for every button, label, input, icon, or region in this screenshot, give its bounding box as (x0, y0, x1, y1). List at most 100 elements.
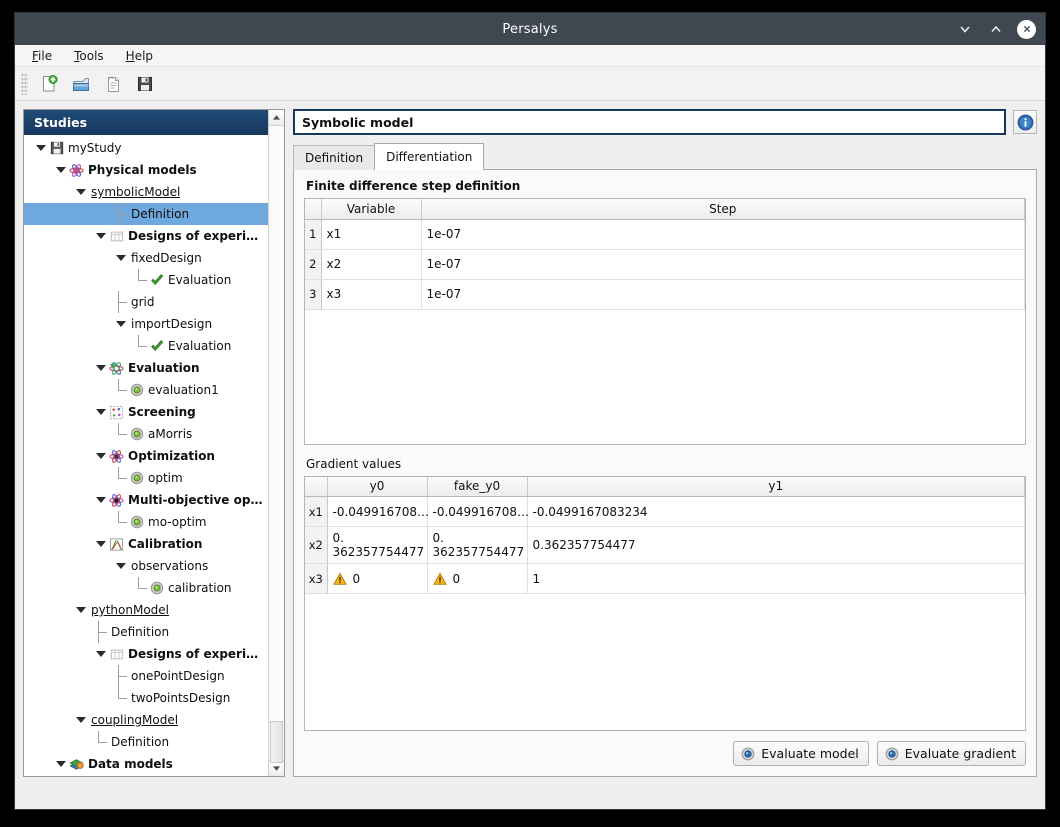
scroll-thumb[interactable] (270, 721, 283, 763)
scroll-track[interactable] (269, 126, 284, 760)
expander-arrow[interactable] (54, 761, 68, 767)
expander-arrow[interactable] (54, 167, 68, 173)
fd-variable-cell[interactable]: x1 (321, 219, 421, 249)
tree-item-twopointsdesign[interactable]: twoPointsDesign (24, 687, 268, 709)
gv-row[interactable]: x3001 (305, 564, 1025, 594)
sidebar-scrollbar[interactable] (268, 110, 284, 776)
fd-row[interactable]: 2x21e-07 (305, 249, 1025, 279)
expander-arrow[interactable] (74, 189, 88, 195)
tree-item-fixeddatamodel[interactable]: fixedDataModel (24, 775, 268, 776)
tree-item-amorris[interactable]: aMorris (24, 423, 268, 445)
fd-step-cell[interactable]: 1e-07 (421, 249, 1025, 279)
gv-value-cell[interactable]: 0. 362357754477 (327, 527, 427, 564)
tree-item-onepointdesign[interactable]: onePointDesign (24, 665, 268, 687)
expander-arrow[interactable] (94, 453, 108, 459)
finite-difference-table[interactable]: VariableStep 1x11e-072x21e-073x31e-07 (304, 198, 1026, 445)
expander-arrow[interactable] (74, 607, 88, 613)
save-study-button[interactable] (130, 71, 159, 97)
fd-step-cell[interactable]: 1e-07 (421, 279, 1025, 309)
tree-item-evaluation[interactable]: Evaluation (24, 357, 268, 379)
gv-column-header[interactable]: y0 (327, 477, 427, 497)
tree-item-grid[interactable]: grid (24, 291, 268, 313)
evaluate-model-button[interactable]: Evaluate model (733, 741, 869, 766)
tree-item-calibration[interactable]: calibration (24, 577, 268, 599)
fd-row[interactable]: 3x31e-07 (305, 279, 1025, 309)
expander-arrow[interactable] (114, 563, 128, 569)
tree-item-multi-objective-optim[interactable]: Multi-objective optim… (24, 489, 268, 511)
expander-arrow[interactable] (114, 255, 128, 261)
gv-column-header[interactable]: fake_y0 (427, 477, 527, 497)
fd-row[interactable]: 1x11e-07 (305, 219, 1025, 249)
tree-item-screening[interactable]: Screening (24, 401, 268, 423)
gv-value-cell[interactable]: -0.0499167083234 (527, 497, 1025, 527)
menu-help[interactable]: Help (117, 47, 162, 65)
gv-value-cell[interactable]: -0.049916708… (427, 497, 527, 527)
close-button[interactable] (1017, 20, 1036, 39)
tree-item-mystudy[interactable]: myStudy (24, 137, 268, 159)
menu-file[interactable]: File (23, 47, 61, 65)
tree-item-physical-models[interactable]: Physical models (24, 159, 268, 181)
tree-item-evaluation1[interactable]: evaluation1 (24, 379, 268, 401)
tree-item-optim[interactable]: optim (24, 467, 268, 489)
tree-item-definition[interactable]: Definition (24, 621, 268, 643)
tree-item-definition[interactable]: Definition (24, 731, 268, 753)
expander-arrow[interactable] (94, 541, 108, 547)
gv-value-cell[interactable]: 0.362357754477 (527, 527, 1025, 564)
gradient-values-table[interactable]: y0fake_y0y1 x1-0.049916708…-0.049916708…… (304, 476, 1026, 731)
tree-item-observations[interactable]: observations (24, 555, 268, 577)
tree-connector (114, 423, 128, 445)
gv-row[interactable]: x1-0.049916708…-0.049916708…-0.049916708… (305, 497, 1025, 527)
expander-arrow[interactable] (94, 365, 108, 371)
fd-step-cell[interactable]: 1e-07 (421, 219, 1025, 249)
tab-definition[interactable]: Definition (293, 145, 375, 170)
tree-item-calibration[interactable]: Calibration (24, 533, 268, 555)
tree-item-importdesign[interactable]: importDesign (24, 313, 268, 335)
gv-value-cell[interactable]: 0. 362357754477 (427, 527, 527, 564)
tree-item-designs-of-experime[interactable]: Designs of experime… (24, 643, 268, 665)
tab-differentiation[interactable]: Differentiation (374, 143, 484, 170)
expander-arrow[interactable] (34, 145, 48, 151)
fd-column-header[interactable]: Step (421, 199, 1025, 219)
gv-value-cell[interactable]: 0 (327, 564, 427, 594)
tree-item-designs-of-experime[interactable]: Designs of experime… (24, 225, 268, 247)
tree-item-data-models[interactable]: Data models (24, 753, 268, 775)
tab-bar[interactable]: DefinitionDifferentiation (293, 143, 1037, 170)
gv-row[interactable]: x20. 3623577544770. 3623577544770.362357… (305, 527, 1025, 564)
toolbar-grip[interactable] (21, 73, 28, 95)
scroll-up-arrow[interactable] (269, 110, 284, 126)
new-study-button[interactable] (34, 71, 63, 97)
expander-arrow[interactable] (94, 651, 108, 657)
tree-item-couplingmodel[interactable]: couplingModel (24, 709, 268, 731)
open-study-button[interactable] (66, 71, 95, 97)
minimize-button[interactable] (955, 19, 975, 39)
expander-arrow[interactable] (114, 321, 128, 327)
studies-tree[interactable]: myStudyPhysical modelssymbolicModelDefin… (24, 135, 268, 776)
tree-item-definition[interactable]: Definition (24, 203, 268, 225)
expander-arrow[interactable] (74, 717, 88, 723)
tree-item-optimization[interactable]: Optimization (24, 445, 268, 467)
model-name-input[interactable]: Symbolic model (293, 109, 1006, 135)
expander-arrow[interactable] (94, 233, 108, 239)
fd-variable-cell[interactable]: x3 (321, 279, 421, 309)
info-button[interactable] (1013, 110, 1037, 134)
gv-column-header[interactable]: y1 (527, 477, 1025, 497)
fd-body: 1x11e-072x21e-073x31e-07 (305, 219, 1025, 309)
menu-tools[interactable]: Tools (65, 47, 113, 65)
tree-item-symbolicmodel[interactable]: symbolicModel (24, 181, 268, 203)
fd-column-header[interactable]: Variable (321, 199, 421, 219)
tree-item-evaluation[interactable]: Evaluation (24, 269, 268, 291)
expander-arrow[interactable] (94, 409, 108, 415)
gv-value-cell[interactable]: 1 (527, 564, 1025, 594)
tree-item-pythonmodel[interactable]: pythonModel (24, 599, 268, 621)
fd-variable-cell[interactable]: x2 (321, 249, 421, 279)
tree-item-fixeddesign[interactable]: fixedDesign (24, 247, 268, 269)
green-check-icon (148, 339, 165, 353)
import-script-button[interactable] (98, 71, 127, 97)
gv-value-cell[interactable]: -0.049916708… (327, 497, 427, 527)
tree-item-mo-optim[interactable]: mo-optim (24, 511, 268, 533)
maximize-button[interactable] (986, 19, 1006, 39)
tree-item-evaluation[interactable]: Evaluation (24, 335, 268, 357)
expander-arrow[interactable] (94, 497, 108, 503)
gv-value-cell[interactable]: 0 (427, 564, 527, 594)
evaluate-gradient-button[interactable]: Evaluate gradient (877, 741, 1026, 766)
